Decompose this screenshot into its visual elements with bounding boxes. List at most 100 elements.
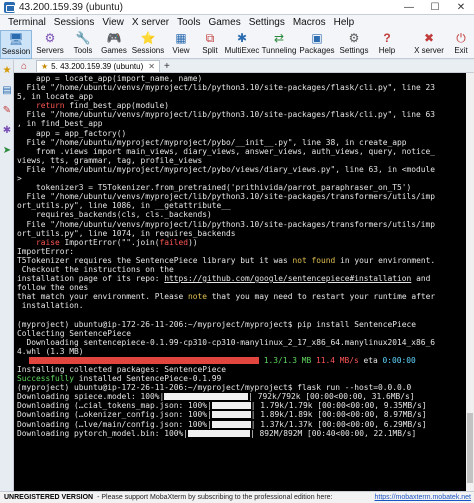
menu-view[interactable]: View xyxy=(98,17,128,28)
toolbar-multiexec-button[interactable]: ✱ MultiExec xyxy=(224,30,260,59)
terminal-line: ort_utils.py", line 1086, in __getattrib… xyxy=(17,201,231,211)
window-controls: — ☐ ✕ xyxy=(396,0,474,15)
window-title: 43.200.159.39 (ubuntu) xyxy=(19,1,123,13)
toolbar-servers-button[interactable]: ⚙ Servers xyxy=(32,30,68,59)
view-icon: ▦ xyxy=(175,31,187,45)
terminal-line: raise ImportError("".join(failed)) xyxy=(36,237,198,247)
progress-bar xyxy=(211,411,251,419)
close-window-button[interactable]: ✕ xyxy=(448,0,474,15)
maximize-button[interactable]: ☐ xyxy=(422,0,448,15)
terminal-line: (myproject) ubuntu@ip-172-26-11-206:~/my… xyxy=(17,319,417,329)
side-panel-strip: ★ ▤ ✎ ✱ ➤ xyxy=(0,60,14,491)
home-tab-icon[interactable]: ⌂ xyxy=(14,60,34,73)
terminal-line: installation. xyxy=(17,301,84,311)
mobaxterm-link[interactable]: https://mobaxterm.mobatek.net xyxy=(375,494,472,501)
terminal-line: File "/home/ubuntu/myproject/myproject/p… xyxy=(17,137,407,147)
terminal-line: views, tts, grammar, tag, profile_views xyxy=(17,155,203,165)
terminal-output[interactable]: app = locate_app(import_name, name) File… xyxy=(14,73,466,491)
progress-bar xyxy=(188,429,251,437)
terminal-line: File "/home/ubuntu/venvs/myproject/lib/p… xyxy=(17,83,436,93)
tools-icon: 🔧 xyxy=(75,31,91,45)
progress-bar xyxy=(29,356,259,364)
toolbar-exit-button[interactable]: ⏻ Exit xyxy=(448,30,474,59)
terminal-scrollbar[interactable] xyxy=(466,73,474,491)
terminal-line: installation page of its repo: https://g… xyxy=(17,274,431,284)
terminal-line: (myproject) ubuntu@ip-172-26-11-206:~/my… xyxy=(17,383,412,393)
terminal-line: File "/home/ubuntu/venvs/myproject/lib/p… xyxy=(17,110,436,120)
tab-label: 5. 43.200.159.39 (ubuntu) xyxy=(51,62,144,71)
toolbar-help-button[interactable]: ? Help xyxy=(372,30,402,59)
menu-bar: Terminal Sessions View X server Tools Ga… xyxy=(0,15,474,30)
terminal-line: Checkout the instructions on the xyxy=(17,264,174,274)
terminal-line: return find_best_app(module) xyxy=(36,101,170,111)
toolbar-settings-button[interactable]: ⚙ Settings xyxy=(336,30,372,59)
terminal-line: ort_utils.py", line 1074, in requires_ba… xyxy=(17,228,236,238)
menu-settings[interactable]: Settings xyxy=(245,17,289,28)
menu-sessions[interactable]: Sessions xyxy=(50,17,99,28)
menu-tools[interactable]: Tools xyxy=(173,17,204,28)
terminal-line: app = app_factory() xyxy=(17,128,127,138)
terminal-line: from .views import main_views, diary_vie… xyxy=(17,146,436,156)
terminal-line: T5Tokenizer requires the SentencePiece l… xyxy=(17,255,436,265)
support-text: - Please support MobaXterm by subscribin… xyxy=(97,494,333,501)
star-icon[interactable]: ★ xyxy=(1,64,13,76)
terminal-line: Downloading (…lve/main/config.json: 100%… xyxy=(17,419,427,429)
sessions-icon: ⭐ xyxy=(140,31,156,45)
terminal-line: app = locate_app(import_name, name) xyxy=(17,74,203,83)
toolbar: 🖥 Session ⚙ Servers 🔧 Tools 🎮 Games ⭐ Se… xyxy=(0,30,474,59)
ssh-star-icon: ★ xyxy=(41,62,49,71)
terminal-line: Downloading sentencepiece-0.1.99-cp310-c… xyxy=(17,337,436,347)
terminal-line: that match your environment. Please note… xyxy=(17,292,436,302)
send-icon[interactable]: ➤ xyxy=(1,144,13,156)
toolbar-view-button[interactable]: ▦ View xyxy=(166,30,196,59)
progress-bar xyxy=(211,420,251,428)
scrollbar-thumb[interactable] xyxy=(467,413,473,483)
toolbar-x-server-button[interactable]: ✖ X server xyxy=(410,30,448,59)
terminal-line: > xyxy=(17,174,22,184)
split-icon: ⧉ xyxy=(205,31,215,45)
tab-ssh-session[interactable]: ★ 5. 43.200.159.39 (ubuntu) ✕ xyxy=(36,60,160,72)
toolbar-games-button[interactable]: 🎮 Games xyxy=(98,30,130,59)
menu-macros[interactable]: Macros xyxy=(289,17,330,28)
tunneling-icon: ⇄ xyxy=(273,31,285,45)
toolbar-sessions-button[interactable]: ⭐ Sessions xyxy=(130,30,166,59)
menu-games[interactable]: Games xyxy=(204,17,244,28)
terminal-line: Installing collected packages: SentenceP… xyxy=(17,365,227,374)
terminal-line: Successfully installed SentencePiece-0.1… xyxy=(17,374,222,384)
terminal-line: Downloading spiece.model: 100%| | 792k/79… xyxy=(17,392,415,402)
terminal-line: tokenizer3 = T5Tokenizer.from_pretrained… xyxy=(17,183,412,193)
terminal-line: Downloading (…okenizer_config.json: 100%… xyxy=(17,410,427,420)
terminal-line: Downloading pytorch_model.bin: 100%| | 89… xyxy=(17,428,417,438)
terminal-line: 5, in locate_app xyxy=(17,92,94,102)
menu-x-server[interactable]: X server xyxy=(128,17,173,28)
exit-icon: ⏻ xyxy=(456,31,466,45)
terminal-line: File "/home/ubuntu/venvs/myproject/lib/p… xyxy=(17,219,436,229)
terminal-line: Downloading (…cial_tokens_map.json: 100%… xyxy=(17,401,427,411)
toolbar-tunneling-button[interactable]: ⇄ Tunneling xyxy=(260,30,298,59)
menu-help[interactable]: Help xyxy=(330,17,359,28)
macros-icon[interactable]: ✱ xyxy=(1,124,13,136)
new-tab-button[interactable]: + xyxy=(164,61,170,72)
sftp-icon[interactable]: ▤ xyxy=(1,84,13,96)
terminal-line: File "/home/ubuntu/venvs/myproject/lib/p… xyxy=(17,192,436,202)
packages-icon: ▣ xyxy=(311,31,323,45)
tab-close-icon[interactable]: ✕ xyxy=(148,62,155,71)
menu-terminal[interactable]: Terminal xyxy=(4,17,50,28)
terminal-line: follow the ones xyxy=(17,283,89,293)
tools-side-icon[interactable]: ✎ xyxy=(1,104,13,116)
unregistered-label: UNREGISTERED VERSION xyxy=(4,494,94,501)
minimize-button[interactable]: — xyxy=(396,0,422,15)
terminal-line: 4.whl (1.3 MB) xyxy=(17,346,84,356)
terminal-line: File "/home/ubuntu/myproject/myproject/p… xyxy=(17,164,436,174)
title-bar: 43.200.159.39 (ubuntu) — ☐ ✕ xyxy=(0,0,474,15)
toolbar-split-button[interactable]: ⧉ Split xyxy=(196,30,224,59)
toolbar-session-button[interactable]: 🖥 Session xyxy=(0,30,32,59)
terminal-line: ImportError: xyxy=(17,246,75,256)
progress-bar xyxy=(211,402,251,410)
toolbar-packages-button[interactable]: ▣ Packages xyxy=(298,30,336,59)
terminal-line: Collecting SentencePiece xyxy=(17,328,132,338)
toolbar-tools-button[interactable]: 🔧 Tools xyxy=(68,30,98,59)
games-icon: 🎮 xyxy=(106,31,122,45)
